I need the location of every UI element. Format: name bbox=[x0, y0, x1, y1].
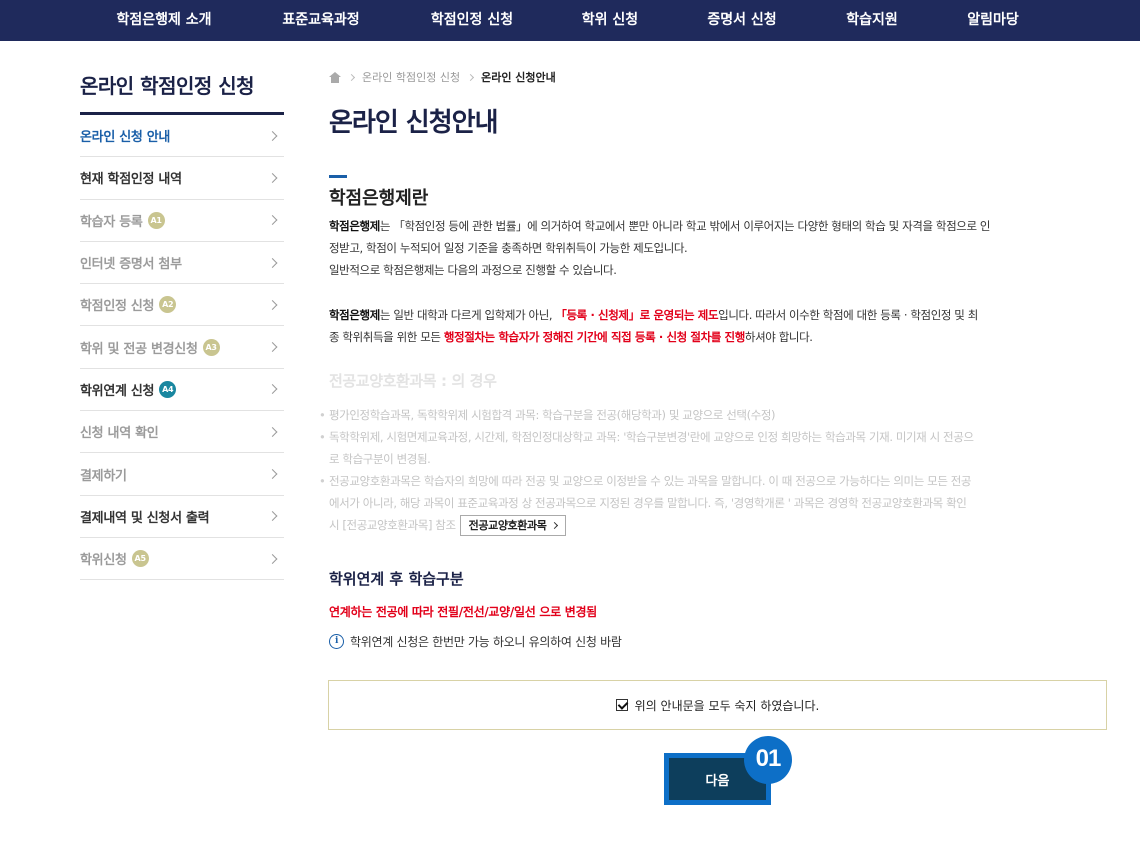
text: 하셔야 합니다. bbox=[744, 330, 813, 344]
chevron-right-icon bbox=[267, 469, 278, 479]
sidebar-item-label: 결제내역 및 신청서 출력 bbox=[80, 510, 210, 526]
faded-title: 전공교양호환과목 : 의 경우 bbox=[329, 372, 497, 390]
chevron-right-icon bbox=[267, 342, 278, 353]
step-badge: A2 bbox=[159, 296, 177, 314]
nav-item-notice[interactable]: 알림마당 bbox=[967, 0, 1019, 41]
nav-item-intro[interactable]: 학점은행제 소개 bbox=[116, 0, 211, 41]
step-number-badge: 01 bbox=[744, 736, 792, 784]
info-icon: i bbox=[329, 634, 344, 649]
sidebar-item-label: 현재 학점인정 내역 bbox=[80, 172, 182, 188]
text: 정받고, 학점이 누적되어 일정 기준을 충족하면 학위취득이 가능한 제도입니… bbox=[329, 241, 688, 255]
sidebar-item-current-credits[interactable]: 현재 학점인정 내역 bbox=[80, 157, 284, 200]
list-item: 독학학위제, 시험면제교육과정, 시간제, 학점인정대상학교 과목: '학습구분… bbox=[319, 426, 1109, 470]
agreement-box: 위의 안내문을 모두 숙지 하였습니다. bbox=[328, 680, 1107, 730]
nav-item-degree-apply[interactable]: 학위 신청 bbox=[582, 0, 638, 41]
red-emphasis: 행정절차는 학습자가 정해진 기간에 직접 등록 · 신청 절차를 진행 bbox=[443, 330, 745, 344]
list-item: 전공교양호환과목은 학습자의 희망에 따라 전공 및 교양으로 이정받을 수 있… bbox=[319, 470, 1109, 536]
sidebar-item-major-change[interactable]: 학위 및 전공 변경신청 A3 bbox=[80, 326, 284, 369]
sidebar-item-label: 학위 및 전공 변경신청 bbox=[80, 341, 198, 357]
home-icon[interactable] bbox=[329, 71, 341, 83]
chevron-right-icon bbox=[267, 257, 278, 268]
sidebar-item-degree-apply[interactable]: 학위신청 A5 bbox=[80, 538, 284, 581]
chevron-right-icon bbox=[267, 553, 278, 564]
intro-paragraph: 학점은행제는 「학점인정 등에 관한 법률」에 의거하여 학교에서 뿐만 아니라… bbox=[329, 215, 1069, 281]
chevron-right-icon bbox=[467, 73, 475, 81]
sidebar-item-cert-attach[interactable]: 인터넷 증명서 첨부 bbox=[80, 242, 284, 285]
list-item: 평가인정학습과목, 독학학위제 시험합격 과목: 학습구분을 전공(해당학과) … bbox=[319, 404, 1109, 426]
step-badge: A4 bbox=[159, 380, 177, 398]
sidebar-item-credit-apply[interactable]: 학점인정 신청 A2 bbox=[80, 284, 284, 327]
sidebar-item-label: 인터넷 증명서 첨부 bbox=[80, 257, 182, 273]
text: 종 학위취득을 위한 모든 bbox=[329, 330, 444, 344]
red-notice: 연계하는 전공에 따라 전필/전선/교양/일선 으로 변경됨 bbox=[329, 605, 597, 619]
red-emphasis: 「등록 · 신청제」로 운영되는 제도 bbox=[555, 308, 719, 322]
text: 입니다. 따라서 이수한 학점에 대한 등록 · 학점인정 및 최 bbox=[718, 308, 978, 322]
nav-item-certificate[interactable]: 증명서 신청 bbox=[707, 0, 776, 41]
sidebar-item-label: 결제하기 bbox=[80, 468, 127, 484]
sidebar-item-learner-register[interactable]: 학습자 등록 A1 bbox=[80, 200, 284, 242]
agree-label[interactable]: 위의 안내문을 모두 숙지 하였습니다. bbox=[635, 697, 820, 714]
chevron-right-icon bbox=[267, 215, 278, 226]
page-title: 온라인 신청안내 bbox=[329, 108, 498, 138]
major-liberal-course-button[interactable]: 전공교양호환과목 bbox=[459, 515, 567, 536]
sidebar-menu: 온라인 신청 안내 현재 학점인정 내역 학습자 등록 A1 인터넷 증명서 첨… bbox=[80, 115, 284, 581]
sidebar-item-payment[interactable]: 결제하기 bbox=[80, 453, 284, 496]
sidebar-item-label: 학위신청 bbox=[80, 553, 127, 569]
breadcrumb-level1[interactable]: 온라인 학점인정 신청 bbox=[362, 69, 460, 85]
info-text: 학위연계 신청은 한번만 가능 하오니 유의하여 신청 바람 bbox=[350, 635, 622, 649]
agree-checkbox[interactable] bbox=[615, 699, 628, 711]
text: 는 일반 대학과 다르게 입학제가 아닌, bbox=[379, 308, 556, 322]
text: 는 「학점인정 등에 관한 법률」에 의거하여 학교에서 뿐만 아니라 학교 밖… bbox=[379, 219, 991, 233]
term-bold: 학점은행제 bbox=[329, 308, 380, 322]
sidebar-item-label: 학습자 등록 bbox=[80, 214, 143, 230]
sidebar-title: 온라인 학점인정 신청 bbox=[80, 74, 255, 98]
chevron-right-icon bbox=[551, 521, 559, 530]
step-badge: A3 bbox=[202, 338, 220, 356]
sidebar-item-online-guide[interactable]: 온라인 신청 안내 bbox=[80, 115, 284, 158]
sidebar-item-print[interactable]: 결제내역 및 신청서 출력 bbox=[80, 496, 284, 538]
info-notice: i 학위연계 신청은 한번만 가능 하오니 유의하여 신청 바람 bbox=[329, 633, 622, 650]
step-badge: A5 bbox=[131, 550, 149, 568]
chevron-right-icon bbox=[267, 426, 278, 437]
text: 일반적으로 학점은행제는 다음의 과정으로 진행할 수 있습니다. bbox=[329, 263, 617, 277]
chevron-right-icon bbox=[267, 299, 278, 310]
faded-info-section: 전공교양호환과목 : 의 경우 평가인정학습과목, 독학학위제 시험합격 과목:… bbox=[319, 370, 1109, 536]
nav-item-learning-support[interactable]: 학습지원 bbox=[846, 0, 898, 41]
sidebar-item-check-history[interactable]: 신청 내역 확인 bbox=[80, 411, 284, 454]
nav-item-curriculum[interactable]: 표준교육과정 bbox=[282, 0, 359, 41]
chevron-right-icon bbox=[347, 73, 356, 81]
section-title: 학점은행제란 bbox=[329, 188, 429, 209]
chevron-right-icon bbox=[267, 130, 278, 141]
breadcrumb: 온라인 학점인정 신청 온라인 신청안내 bbox=[329, 69, 556, 85]
sidebar-item-label: 학점인정 신청 bbox=[80, 299, 155, 315]
section-accent-bar bbox=[329, 175, 347, 178]
sidebar-item-label: 학위연계 신청 bbox=[80, 383, 155, 399]
sidebar-item-label: 신청 내역 확인 bbox=[80, 426, 159, 442]
process-paragraph: 학점은행제는 일반 대학과 다르게 입학제가 아닌, 「등록 · 신청제」로 운… bbox=[329, 304, 1069, 348]
subsection-title: 학위연계 후 학습구분 bbox=[329, 570, 464, 588]
chevron-right-icon bbox=[267, 511, 278, 522]
top-navigation: 학점은행제 소개 표준교육과정 학점인정 신청 학위 신청 증명서 신청 학습지… bbox=[0, 0, 1140, 41]
nav-item-credit-apply[interactable]: 학점인정 신청 bbox=[431, 0, 513, 41]
breadcrumb-current: 온라인 신청안내 bbox=[481, 71, 556, 84]
step-badge: A1 bbox=[147, 211, 165, 229]
term-bold: 학점은행제 bbox=[329, 219, 380, 233]
chevron-right-icon bbox=[267, 384, 278, 395]
sidebar-item-degree-link[interactable]: 학위연계 신청 A4 bbox=[80, 369, 284, 412]
sidebar-item-label: 온라인 신청 안내 bbox=[80, 130, 171, 146]
chevron-right-icon bbox=[267, 172, 278, 183]
